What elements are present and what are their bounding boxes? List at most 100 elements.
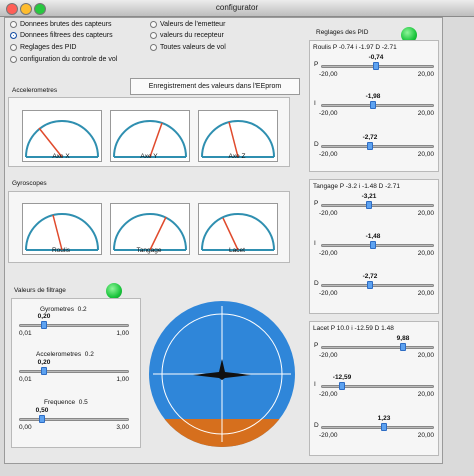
pid-roll-i-slider[interactable]: I -1,98 -20,00 20,00	[314, 93, 434, 123]
slider-value: 1,23	[377, 415, 391, 422]
slider-value: -2,72	[362, 273, 378, 280]
radio-button-icon	[150, 44, 157, 51]
title-bar: configurator	[0, 0, 474, 17]
slider-value: -1,98	[365, 93, 381, 100]
slider-thumb[interactable]	[39, 415, 45, 423]
pid-pitch-p-slider[interactable]: P -3,21 -20,00 20,00	[314, 193, 434, 223]
pid-yaw-p-slider[interactable]: P 9,88 -20,00 20,00	[314, 335, 434, 365]
slider-value: 0,20	[37, 359, 51, 366]
pid-group-yaw: Lacet P 10.0 i -12.59 D 1.48 P 9,88 -20,…	[309, 321, 439, 456]
gyro-axis-pitch-label: Tangage	[136, 247, 162, 254]
slider-max: 20,00	[417, 110, 434, 117]
slider-thumb[interactable]	[400, 343, 406, 351]
radio-label: valeurs du recepteur	[160, 32, 224, 39]
slider-min: -20,00	[319, 391, 338, 398]
accel-axis-x-label: Axe X	[52, 153, 70, 160]
slider-letter: P	[314, 61, 319, 68]
slider-min: -20,00	[319, 250, 338, 257]
slider-max: 20,00	[417, 151, 434, 158]
slider-min: 0,00	[19, 424, 32, 431]
pid-roll-header: Roulis P -0.74 i -1.97 D -2.71	[313, 44, 397, 51]
filter-freq-slider[interactable]: 0,50 0,00 3,00	[19, 407, 129, 437]
slider-thumb[interactable]	[370, 241, 376, 249]
pid-panel-title: Reglages des PID	[316, 29, 369, 36]
slider-letter: D	[314, 422, 319, 429]
accel-panel-title: Accelerometres	[12, 87, 58, 94]
slider-max: 20,00	[417, 432, 434, 439]
slider-max: 20,00	[417, 391, 434, 398]
filter-gyro-current: 0.2	[77, 306, 87, 313]
radio-button-icon	[10, 56, 17, 63]
status-led-filter	[106, 283, 122, 299]
slider-letter: I	[314, 240, 316, 247]
radio-filtered-sensors[interactable]: Donnees filtrees des capteurs	[10, 32, 113, 39]
filter-gyro-caption: Gyrometres 0.2	[40, 306, 87, 313]
slider-value: -2,72	[362, 134, 378, 141]
slider-thumb[interactable]	[366, 201, 372, 209]
pid-pitch-i-slider[interactable]: I -1,48 -20,00 20,00	[314, 233, 434, 263]
gyro-axis-roll-label: Roulis	[51, 247, 71, 254]
radio-button-icon	[10, 44, 17, 51]
pid-roll-p-slider[interactable]: P -0,74 -20,00 20,00	[314, 54, 434, 84]
radio-flight-control-config[interactable]: configuration du controle de vol	[10, 56, 117, 63]
filter-freq-caption: Frequence 0.5	[44, 399, 88, 406]
slider-max: 20,00	[417, 210, 434, 217]
slider-min: -20,00	[319, 352, 338, 359]
filter-gyro-name: Gyrometres	[40, 306, 74, 313]
radio-transmitter-values[interactable]: Valeurs de l'emetteur	[150, 21, 225, 28]
slider-value: 9,88	[396, 335, 410, 342]
filter-accel-name: Accelerometres	[36, 351, 82, 358]
slider-max: 20,00	[417, 71, 434, 78]
radio-label: Toutes valeurs de vol	[160, 44, 226, 51]
pid-yaw-d-slider[interactable]: D 1,23 -20,00 20,00	[314, 415, 434, 445]
slider-track	[321, 385, 434, 388]
radio-all-flight-values[interactable]: Toutes valeurs de vol	[150, 44, 226, 51]
slider-thumb[interactable]	[373, 62, 379, 70]
radio-button-selected-icon	[10, 32, 17, 39]
slider-value: -1,48	[365, 233, 381, 240]
slider-track	[321, 346, 434, 349]
accel-axis-y-label: Axe Y	[140, 153, 158, 160]
slider-thumb[interactable]	[41, 321, 47, 329]
slider-letter: D	[314, 141, 319, 148]
radio-button-icon	[150, 21, 157, 28]
pid-pitch-d-slider[interactable]: D -2,72 -20,00 20,00	[314, 273, 434, 303]
slider-thumb[interactable]	[370, 101, 376, 109]
slider-thumb[interactable]	[339, 382, 345, 390]
slider-min: 0,01	[19, 330, 32, 337]
slider-letter: D	[314, 280, 319, 287]
pid-yaw-i-slider[interactable]: I -12,59 -20,00 20,00	[314, 374, 434, 404]
radio-pid-settings[interactable]: Reglages des PID	[10, 44, 76, 51]
slider-min: -20,00	[319, 432, 338, 439]
filter-gyro-slider[interactable]: 0,20 0,01 1,00	[19, 313, 129, 343]
slider-min: -20,00	[319, 110, 338, 117]
filter-accel-slider[interactable]: 0,20 0,01 1,00	[19, 359, 129, 389]
slider-thumb[interactable]	[41, 367, 47, 375]
slider-min: -20,00	[319, 151, 338, 158]
slider-max: 1,00	[116, 330, 129, 337]
radio-label: Reglages des PID	[20, 44, 77, 51]
slider-thumb[interactable]	[367, 142, 373, 150]
eeprom-save-button[interactable]: Enregistrement des valeurs dans l'EEprom	[130, 78, 300, 95]
slider-value: 0,50	[35, 407, 49, 414]
slider-min: -20,00	[319, 210, 338, 217]
slider-track	[321, 104, 434, 107]
slider-min: -20,00	[319, 71, 338, 78]
radio-raw-sensors[interactable]: Donnees brutes des capteurs	[10, 21, 111, 28]
filter-freq-current: 0.5	[78, 399, 88, 406]
slider-max: 20,00	[417, 290, 434, 297]
pid-pitch-header: Tangage P -3.2 i -1.48 D -2.71	[313, 183, 400, 190]
slider-max: 20,00	[417, 352, 434, 359]
pid-roll-d-slider[interactable]: D -2,72 -20,00 20,00	[314, 134, 434, 164]
accel-axis-z-label: Axe Z	[228, 153, 246, 160]
slider-track	[321, 244, 434, 247]
gauge-needle	[228, 121, 239, 158]
radio-button-icon	[10, 21, 17, 28]
radio-receiver-values[interactable]: valeurs du recepteur	[150, 32, 224, 39]
slider-thumb[interactable]	[367, 281, 373, 289]
radio-label: Donnees brutes des capteurs	[20, 21, 112, 28]
radio-label: Valeurs de l'emetteur	[160, 21, 226, 28]
slider-max: 20,00	[417, 250, 434, 257]
slider-thumb[interactable]	[381, 423, 387, 431]
gauge-needle	[222, 217, 239, 251]
